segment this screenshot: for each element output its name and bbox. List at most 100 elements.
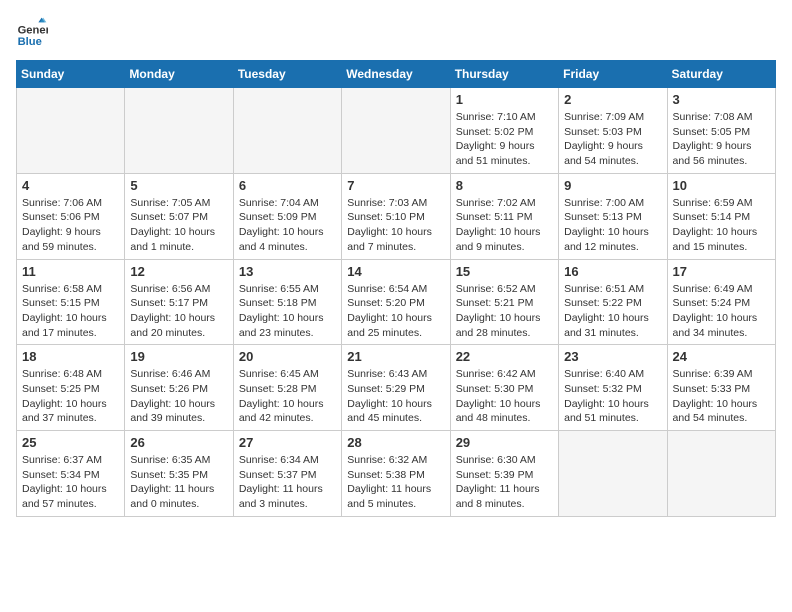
day-number: 11: [22, 264, 119, 279]
day-info: Sunrise: 6:43 AM Sunset: 5:29 PM Dayligh…: [347, 367, 444, 426]
calendar-cell: [233, 88, 341, 174]
weekday-header-friday: Friday: [559, 61, 667, 88]
day-info: Sunrise: 6:37 AM Sunset: 5:34 PM Dayligh…: [22, 453, 119, 512]
day-info: Sunrise: 6:58 AM Sunset: 5:15 PM Dayligh…: [22, 282, 119, 341]
weekday-header-wednesday: Wednesday: [342, 61, 450, 88]
calendar-cell: 29 Sunrise: 6:30 AM Sunset: 5:39 PM Dayli…: [450, 431, 558, 517]
day-number: 7: [347, 178, 444, 193]
day-info: Sunrise: 6:45 AM Sunset: 5:28 PM Dayligh…: [239, 367, 336, 426]
calendar-week-row: 4Sunrise: 7:06 AM Sunset: 5:06 PM Daylig…: [17, 173, 776, 259]
day-number: 5: [130, 178, 227, 193]
calendar-cell: 23 Sunrise: 6:40 AM Sunset: 5:32 PM Dayli…: [559, 345, 667, 431]
calendar-week-row: 11 Sunrise: 6:58 AM Sunset: 5:15 PM Dayli…: [17, 259, 776, 345]
calendar-cell: 5 Sunrise: 7:05 AM Sunset: 5:07 PM Daylig…: [125, 173, 233, 259]
day-number: 1: [456, 92, 553, 107]
weekday-header-sunday: Sunday: [17, 61, 125, 88]
calendar-cell: 17 Sunrise: 6:49 AM Sunset: 5:24 PM Dayli…: [667, 259, 775, 345]
day-info: Sunrise: 6:30 AM Sunset: 5:39 PM Dayligh…: [456, 453, 553, 512]
day-info: Sunrise: 7:09 AM Sunset: 5:03 PM Dayligh…: [564, 110, 661, 169]
day-number: 9: [564, 178, 661, 193]
day-number: 26: [130, 435, 227, 450]
calendar-cell: 26 Sunrise: 6:35 AM Sunset: 5:35 PM Dayli…: [125, 431, 233, 517]
calendar-cell: 16 Sunrise: 6:51 AM Sunset: 5:22 PM Dayli…: [559, 259, 667, 345]
day-number: 13: [239, 264, 336, 279]
day-number: 12: [130, 264, 227, 279]
calendar-cell: 4Sunrise: 7:06 AM Sunset: 5:06 PM Daylig…: [17, 173, 125, 259]
day-info: Sunrise: 6:49 AM Sunset: 5:24 PM Dayligh…: [673, 282, 770, 341]
day-number: 10: [673, 178, 770, 193]
day-info: Sunrise: 7:08 AM Sunset: 5:05 PM Dayligh…: [673, 110, 770, 169]
calendar-cell: 13 Sunrise: 6:55 AM Sunset: 5:18 PM Dayli…: [233, 259, 341, 345]
calendar-week-row: 1 Sunrise: 7:10 AM Sunset: 5:02 PM Daylig…: [17, 88, 776, 174]
weekday-header-saturday: Saturday: [667, 61, 775, 88]
day-info: Sunrise: 6:56 AM Sunset: 5:17 PM Dayligh…: [130, 282, 227, 341]
calendar-cell: [667, 431, 775, 517]
weekday-header-monday: Monday: [125, 61, 233, 88]
calendar-table: SundayMondayTuesdayWednesdayThursdayFrid…: [16, 60, 776, 517]
day-info: Sunrise: 7:03 AM Sunset: 5:10 PM Dayligh…: [347, 196, 444, 255]
calendar-cell: [125, 88, 233, 174]
day-number: 22: [456, 349, 553, 364]
svg-text:Blue: Blue: [18, 36, 42, 48]
day-number: 16: [564, 264, 661, 279]
day-info: Sunrise: 6:48 AM Sunset: 5:25 PM Dayligh…: [22, 367, 119, 426]
calendar-cell: 10 Sunrise: 6:59 AM Sunset: 5:14 PM Dayli…: [667, 173, 775, 259]
calendar-cell: 20 Sunrise: 6:45 AM Sunset: 5:28 PM Dayli…: [233, 345, 341, 431]
day-info: Sunrise: 7:02 AM Sunset: 5:11 PM Dayligh…: [456, 196, 553, 255]
calendar-cell: 22 Sunrise: 6:42 AM Sunset: 5:30 PM Dayli…: [450, 345, 558, 431]
day-number: 6: [239, 178, 336, 193]
calendar-cell: 24Sunrise: 6:39 AM Sunset: 5:33 PM Dayli…: [667, 345, 775, 431]
day-number: 25: [22, 435, 119, 450]
calendar-cell: 21Sunrise: 6:43 AM Sunset: 5:29 PM Dayli…: [342, 345, 450, 431]
day-number: 18: [22, 349, 119, 364]
day-number: 27: [239, 435, 336, 450]
calendar-cell: [17, 88, 125, 174]
day-number: 29: [456, 435, 553, 450]
calendar-cell: [342, 88, 450, 174]
day-number: 19: [130, 349, 227, 364]
day-number: 2: [564, 92, 661, 107]
day-info: Sunrise: 6:54 AM Sunset: 5:20 PM Dayligh…: [347, 282, 444, 341]
calendar-cell: 27 Sunrise: 6:34 AM Sunset: 5:37 PM Dayli…: [233, 431, 341, 517]
calendar-week-row: 18 Sunrise: 6:48 AM Sunset: 5:25 PM Dayli…: [17, 345, 776, 431]
day-info: Sunrise: 6:35 AM Sunset: 5:35 PM Dayligh…: [130, 453, 227, 512]
calendar-cell: [559, 431, 667, 517]
page-header: General Blue: [16, 16, 776, 48]
day-number: 24: [673, 349, 770, 364]
day-number: 15: [456, 264, 553, 279]
weekday-header-row: SundayMondayTuesdayWednesdayThursdayFrid…: [17, 61, 776, 88]
calendar-cell: 1 Sunrise: 7:10 AM Sunset: 5:02 PM Daylig…: [450, 88, 558, 174]
day-number: 17: [673, 264, 770, 279]
calendar-cell: 15 Sunrise: 6:52 AM Sunset: 5:21 PM Dayli…: [450, 259, 558, 345]
day-info: Sunrise: 6:34 AM Sunset: 5:37 PM Dayligh…: [239, 453, 336, 512]
day-info: Sunrise: 6:42 AM Sunset: 5:30 PM Dayligh…: [456, 367, 553, 426]
weekday-header-thursday: Thursday: [450, 61, 558, 88]
day-number: 3: [673, 92, 770, 107]
calendar-cell: 8Sunrise: 7:02 AM Sunset: 5:11 PM Daylig…: [450, 173, 558, 259]
calendar-cell: 12 Sunrise: 6:56 AM Sunset: 5:17 PM Dayli…: [125, 259, 233, 345]
day-number: 4: [22, 178, 119, 193]
calendar-cell: 14Sunrise: 6:54 AM Sunset: 5:20 PM Dayli…: [342, 259, 450, 345]
calendar-cell: 7 Sunrise: 7:03 AM Sunset: 5:10 PM Daylig…: [342, 173, 450, 259]
day-info: Sunrise: 6:46 AM Sunset: 5:26 PM Dayligh…: [130, 367, 227, 426]
day-info: Sunrise: 7:10 AM Sunset: 5:02 PM Dayligh…: [456, 110, 553, 169]
calendar-cell: 2 Sunrise: 7:09 AM Sunset: 5:03 PM Daylig…: [559, 88, 667, 174]
day-number: 28: [347, 435, 444, 450]
day-info: Sunrise: 6:52 AM Sunset: 5:21 PM Dayligh…: [456, 282, 553, 341]
day-number: 23: [564, 349, 661, 364]
day-info: Sunrise: 6:51 AM Sunset: 5:22 PM Dayligh…: [564, 282, 661, 341]
calendar-cell: 18 Sunrise: 6:48 AM Sunset: 5:25 PM Dayli…: [17, 345, 125, 431]
svg-text:General: General: [18, 25, 48, 37]
logo-icon: General Blue: [16, 16, 48, 48]
day-info: Sunrise: 6:59 AM Sunset: 5:14 PM Dayligh…: [673, 196, 770, 255]
day-info: Sunrise: 6:55 AM Sunset: 5:18 PM Dayligh…: [239, 282, 336, 341]
day-number: 20: [239, 349, 336, 364]
calendar-cell: 9 Sunrise: 7:00 AM Sunset: 5:13 PM Daylig…: [559, 173, 667, 259]
calendar-week-row: 25 Sunrise: 6:37 AM Sunset: 5:34 PM Dayli…: [17, 431, 776, 517]
calendar-cell: 25 Sunrise: 6:37 AM Sunset: 5:34 PM Dayli…: [17, 431, 125, 517]
day-info: Sunrise: 7:05 AM Sunset: 5:07 PM Dayligh…: [130, 196, 227, 255]
day-info: Sunrise: 7:00 AM Sunset: 5:13 PM Dayligh…: [564, 196, 661, 255]
day-info: Sunrise: 6:40 AM Sunset: 5:32 PM Dayligh…: [564, 367, 661, 426]
calendar-cell: 11 Sunrise: 6:58 AM Sunset: 5:15 PM Dayli…: [17, 259, 125, 345]
calendar-cell: 19 Sunrise: 6:46 AM Sunset: 5:26 PM Dayli…: [125, 345, 233, 431]
